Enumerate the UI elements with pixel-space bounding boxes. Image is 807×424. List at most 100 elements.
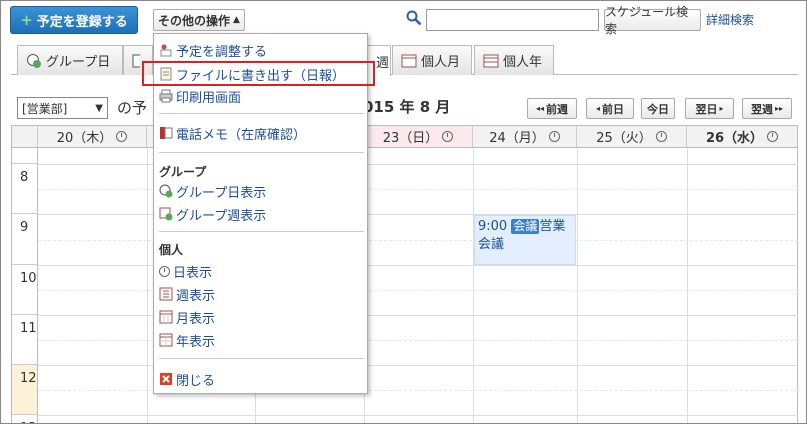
tab-label: 個人月 — [421, 55, 461, 70]
tab-label: 週 — [376, 55, 390, 71]
menu-item-year-view[interactable]: 年表示 — [159, 330, 215, 350]
left-icon: ◂ — [595, 104, 600, 113]
clock-icon[interactable] — [767, 131, 779, 142]
prev-week-button[interactable]: ◂◂ 前週 — [527, 98, 577, 119]
schedule-search-input[interactable] — [426, 9, 599, 31]
menu-item-day-view[interactable]: 日表示 — [159, 261, 212, 281]
clock-icon[interactable] — [116, 131, 128, 142]
menu-item-month-view[interactable]: 月表示 — [159, 307, 215, 327]
group-day-icon — [27, 53, 41, 68]
week-calendar-icon — [159, 287, 173, 301]
register-schedule-label: 予定を登録する — [36, 14, 128, 30]
advanced-search-link[interactable]: 詳細検索 — [706, 11, 754, 28]
phone-memo-icon — [160, 127, 173, 139]
menu-item-print[interactable]: 印刷用画面 — [159, 86, 241, 106]
prev-day-label: 前日 — [602, 102, 624, 116]
hour-line — [38, 265, 798, 266]
menu-item-group-week[interactable]: グループ週表示 — [159, 204, 266, 224]
hour-label-8: 8 — [12, 164, 38, 214]
next-week-button[interactable]: 翌週 ▸▸ — [742, 98, 792, 119]
other-actions-button[interactable]: その他の操作 ▲ — [153, 9, 245, 31]
department-select-value: [営業部] — [22, 101, 68, 116]
group-week-icon — [132, 54, 140, 67]
double-right-icon: ▸▸ — [774, 104, 784, 113]
hour-label-10: 10 — [12, 265, 38, 315]
adjust-schedule-icon — [160, 44, 172, 57]
month-calendar-icon — [159, 310, 173, 324]
group-day-icon — [159, 184, 173, 198]
day-header-wed[interactable]: 26（水） — [687, 126, 797, 148]
clock-icon[interactable] — [655, 131, 667, 142]
hour-line — [38, 214, 798, 215]
menu-item-adjust[interactable]: 予定を調整する — [159, 40, 267, 60]
schedule-search-button[interactable]: スケジュール検索 — [604, 5, 701, 36]
half-hour-line — [38, 189, 798, 190]
menu-item-label: 印刷用画面 — [176, 90, 242, 106]
personal-year-icon — [483, 54, 499, 67]
other-actions-menu: 予定を調整する ファイルに書き出す（日報） 印刷用画面 電話メモ（在席確認） グ… — [153, 33, 368, 394]
hour-cell-top — [12, 148, 38, 164]
menu-item-week-view[interactable]: 週表示 — [159, 284, 215, 304]
menu-divider — [159, 113, 364, 114]
department-select[interactable]: [営業部] ▼ — [17, 97, 108, 119]
day-header-label: 23（日） — [382, 131, 439, 146]
menu-item-label: 日表示 — [173, 265, 213, 281]
hour-label-13: 13 — [12, 415, 38, 423]
event-time: 9:00 — [478, 219, 508, 234]
other-actions-label: その他の操作 — [158, 13, 231, 28]
day-header-label: 20（木） — [56, 131, 113, 146]
menu-item-label: 週表示 — [176, 288, 216, 304]
menu-item-close[interactable]: 閉じる — [159, 369, 215, 389]
next-day-button[interactable]: 翌日 ▸ — [685, 98, 734, 119]
chevron-down-icon: ▼ — [95, 102, 103, 114]
view-tabs: グループ日 週 個人月 個人年 — [11, 45, 798, 76]
register-schedule-button[interactable]: + 予定を登録する — [10, 6, 138, 34]
schedule-search-label: スケジュール検索 — [605, 5, 689, 36]
day-header-sun[interactable]: 23（日） — [364, 126, 473, 148]
right-icon: ▸ — [719, 104, 724, 113]
hour-line — [38, 415, 798, 416]
menu-item-label: 閉じる — [176, 373, 216, 389]
menu-item-group-day[interactable]: グループ日表示 — [159, 181, 266, 201]
highlight-box — [142, 61, 375, 86]
event-badge: 会議 — [511, 219, 540, 234]
today-button[interactable]: 今日 — [641, 98, 675, 119]
hour-label-11: 11 — [12, 315, 38, 365]
schedule-title-fragment: の予 — [117, 99, 148, 117]
day-header-thu[interactable]: 20（木） — [38, 126, 147, 148]
day-header-label: 26（水） — [705, 131, 764, 146]
day-header-label: 24（月） — [489, 131, 545, 146]
clock-icon — [159, 265, 170, 277]
menu-section-group: グループ — [159, 165, 207, 179]
tab-group-day[interactable]: グループ日 — [17, 45, 123, 75]
close-icon — [160, 373, 172, 385]
event-sales-meeting[interactable]: 9:00 会議 営業会議 — [474, 215, 576, 265]
tab-personal-year[interactable]: 個人年 — [474, 45, 554, 75]
hour-line — [38, 164, 798, 165]
half-hour-line — [38, 290, 798, 291]
hour-label-12: 12 — [12, 365, 38, 415]
personal-month-icon — [401, 54, 417, 67]
menu-item-label: グループ日表示 — [176, 185, 267, 201]
day-header-mon[interactable]: 24（月） — [473, 126, 577, 148]
plus-icon: + — [20, 11, 33, 29]
tab-label: 個人年 — [503, 55, 543, 70]
menu-item-label: 予定を調整する — [176, 44, 268, 60]
menu-item-phone-memo[interactable]: 電話メモ（在席確認） — [159, 123, 306, 143]
half-hour-line — [38, 240, 798, 241]
menu-item-label: 年表示 — [176, 334, 216, 350]
prev-day-button[interactable]: ◂ 前日 — [586, 98, 634, 119]
today-label: 今日 — [647, 102, 669, 116]
next-day-label: 翌日 — [695, 102, 718, 116]
clock-icon[interactable] — [442, 131, 454, 142]
next-week-label: 翌週 — [750, 102, 773, 116]
half-hour-line — [38, 390, 798, 391]
clock-icon[interactable] — [548, 131, 560, 142]
prev-week-label: 前週 — [546, 102, 569, 116]
day-header-tue[interactable]: 25（火） — [577, 126, 687, 148]
caret-up-icon: ▲ — [233, 15, 240, 25]
menu-item-label: 月表示 — [176, 311, 216, 327]
tab-label: グループ日 — [46, 55, 111, 70]
app-frame: + 予定を登録する その他の操作 ▲ スケジュール検索 詳細検索 グループ日 週… — [0, 0, 807, 424]
tab-personal-month[interactable]: 個人月 — [392, 45, 472, 75]
